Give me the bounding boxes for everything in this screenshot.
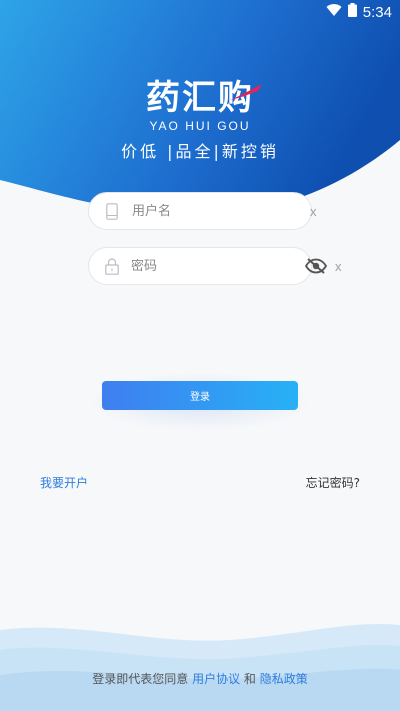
status-time: 5:34 [362,3,392,21]
bottom-wave-decoration [0,623,400,711]
logo-title: 药汇购 [146,70,262,119]
username-field[interactable]: x [88,192,317,230]
username-clear-button[interactable]: x [310,204,317,219]
register-link[interactable]: 我要开户 [40,474,88,491]
wifi-icon [326,3,342,21]
status-bar: 5:34 [0,0,400,24]
lock-icon [103,257,121,275]
phone-icon [103,202,121,220]
password-clear-button[interactable]: x [335,259,342,274]
password-input[interactable] [131,258,301,274]
forgot-password-link[interactable]: 忘记密码? [306,474,360,491]
user-agreement-link[interactable]: 用户协议 [192,672,240,686]
eye-off-icon[interactable] [304,258,328,274]
login-button[interactable]: 登录 [102,381,298,410]
brand-logo: 药汇购 YAO HUI GOU [0,70,400,133]
battery-icon [347,3,357,21]
agreement-and: 和 [243,672,256,686]
username-input[interactable] [132,203,302,219]
logo-swoosh-icon [230,84,262,100]
privacy-policy-link[interactable]: 隐私政策 [260,672,308,686]
agreement-text: 登录即代表您同意 用户协议 和 隐私政策 [0,670,400,687]
password-field[interactable]: x [88,247,342,285]
agreement-prefix: 登录即代表您同意 [92,672,189,686]
slogan: 价低 |品全|新控销 [121,142,279,161]
logo-subtitle: YAO HUI GOU [149,119,251,133]
